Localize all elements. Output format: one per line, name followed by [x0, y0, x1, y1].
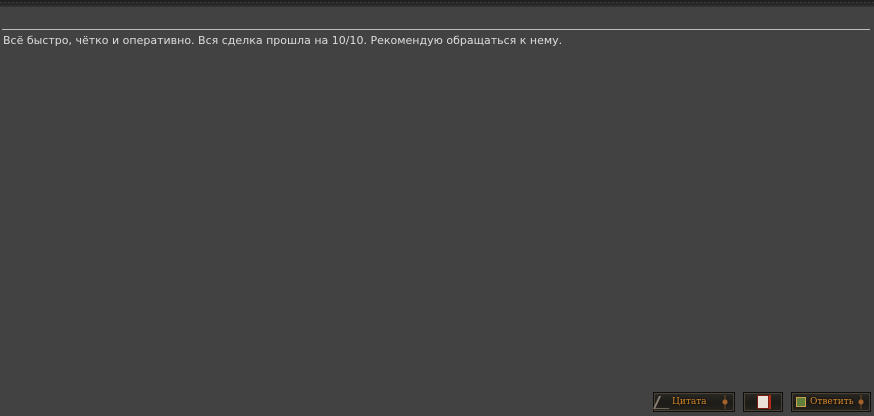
- post-text: Всё быстро, чётко и оперативно. Вся сдел…: [3, 34, 563, 47]
- ornament-icon: [719, 395, 731, 409]
- post-container: Всё быстро, чётко и оперативно. Вся сдел…: [0, 0, 874, 416]
- home-icon: [796, 397, 806, 407]
- report-button[interactable]: [743, 392, 783, 412]
- ornament-icon: [855, 395, 867, 409]
- quote-button[interactable]: Цитата: [652, 392, 735, 412]
- header-strip: [0, 0, 874, 7]
- post-actions: Цитата Ответить: [652, 392, 871, 412]
- reply-button-label: Ответить: [810, 397, 854, 407]
- quote-button-label: Цитата: [672, 397, 707, 407]
- divider: [2, 29, 870, 30]
- report-icon: [757, 395, 769, 409]
- reply-button[interactable]: Ответить: [791, 392, 871, 412]
